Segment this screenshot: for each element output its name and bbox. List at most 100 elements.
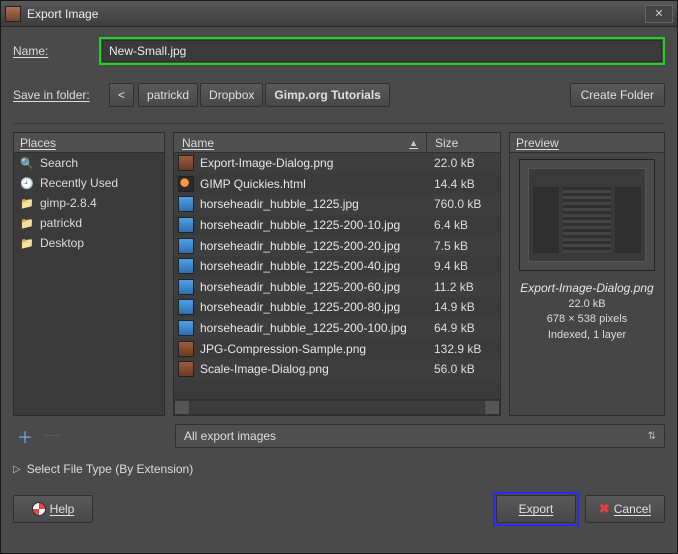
folder-icon [20, 216, 34, 230]
column-header-name[interactable]: Name ▲ [174, 133, 426, 152]
file-name: Export-Image-Dialog.png [200, 156, 430, 170]
file-list: Export-Image-Dialog.png22.0 kBGIMP Quick… [174, 153, 500, 399]
breadcrumb-segment[interactable]: Dropbox [200, 83, 263, 107]
places-item-label: patrickd [40, 216, 82, 230]
places-header: Places [14, 133, 164, 153]
file-html-icon [178, 176, 194, 192]
places-item[interactable]: gimp-2.8.4 [14, 193, 164, 213]
preview-mode: Indexed, 1 layer [547, 328, 627, 343]
file-row[interactable]: horseheadir_hubble_1225-200-80.jpg14.9 k… [174, 297, 500, 318]
file-name: horseheadir_hubble_1225-200-100.jpg [200, 321, 430, 335]
file-size: 22.0 kB [430, 156, 496, 170]
column-header-name-label: Name [182, 136, 214, 150]
file-size: 760.0 kB [430, 197, 496, 211]
places-list: Search Recently Used gimp-2.8.4 patrickd Des… [14, 153, 164, 415]
scroll-track[interactable] [190, 400, 484, 415]
places-item[interactable]: patrickd [14, 213, 164, 233]
file-row[interactable]: Scale-Image-Dialog.png56.0 kB [174, 359, 500, 380]
export-button[interactable]: Export [496, 495, 576, 523]
breadcrumb-segment[interactable]: patrickd [138, 83, 198, 107]
file-size: 56.0 kB [430, 362, 496, 376]
preview-header: Preview [510, 133, 664, 153]
preview-dimensions: 678 × 538 pixels [547, 312, 627, 327]
places-item-label: gimp-2.8.4 [40, 196, 97, 210]
file-row[interactable]: JPG-Compression-Sample.png132.9 kB [174, 338, 500, 359]
file-png-icon [178, 361, 194, 377]
close-button[interactable]: ✕ [645, 5, 673, 23]
breadcrumb-back-button[interactable]: < [109, 83, 134, 107]
places-item-label: Desktop [40, 236, 84, 250]
titlebar: Export Image ✕ [1, 1, 677, 27]
cancel-x-icon: ✖ [599, 501, 610, 517]
create-folder-button[interactable]: Create Folder [570, 83, 665, 107]
chevron-updown-icon: ⇅ [648, 431, 656, 442]
file-name: horseheadir_hubble_1225-200-20.jpg [200, 239, 430, 253]
sort-asc-icon: ▲ [409, 138, 418, 148]
folder-icon [20, 236, 34, 250]
add-bookmark-icon[interactable]: ＋ [17, 424, 33, 448]
preview-filesize: 22.0 kB [547, 297, 627, 312]
save-in-folder-label: Save in folder: [13, 88, 105, 102]
places-item[interactable]: Search [14, 153, 164, 173]
column-header-size[interactable]: Size [426, 133, 500, 152]
file-jpg-icon [178, 299, 194, 315]
file-png-icon [178, 341, 194, 357]
breadcrumb-segment[interactable]: Gimp.org Tutorials [265, 83, 389, 107]
file-filter-label: All export images [184, 429, 276, 443]
preview-thumbnail [519, 159, 655, 271]
file-jpg-icon [178, 196, 194, 212]
file-size: 7.5 kB [430, 239, 496, 253]
window-title: Export Image [27, 7, 645, 21]
file-row[interactable]: horseheadir_hubble_1225.jpg760.0 kB [174, 194, 500, 215]
file-row[interactable]: GIMP Quickies.html14.4 kB [174, 174, 500, 195]
help-icon [32, 502, 46, 516]
file-filter-dropdown[interactable]: All export images ⇅ [175, 424, 665, 448]
horizontal-scrollbar[interactable] [174, 399, 500, 415]
file-row[interactable]: horseheadir_hubble_1225-200-100.jpg64.9 … [174, 318, 500, 339]
scroll-left-button[interactable] [174, 400, 190, 415]
cancel-button[interactable]: ✖ Cancel [585, 495, 665, 523]
places-item[interactable]: Recently Used [14, 173, 164, 193]
file-name: Scale-Image-Dialog.png [200, 362, 430, 376]
file-type-expander[interactable]: ▷ Select File Type (By Extension) [13, 462, 665, 476]
file-name: GIMP Quickies.html [200, 177, 430, 191]
file-row[interactable]: Export-Image-Dialog.png22.0 kB [174, 153, 500, 174]
file-name: JPG-Compression-Sample.png [200, 342, 430, 356]
search-icon [20, 156, 34, 170]
column-header-size-label: Size [435, 136, 458, 150]
recent-icon [20, 176, 34, 190]
filename-input[interactable] [102, 40, 662, 62]
dialog-content: Name: Save in folder: < patrickdDropboxG… [1, 27, 677, 553]
file-row[interactable]: horseheadir_hubble_1225-200-40.jpg9.4 kB [174, 256, 500, 277]
preview-filename: Export-Image-Dialog.png [520, 281, 653, 295]
places-item-label: Search [40, 156, 78, 170]
file-size: 14.4 kB [430, 177, 496, 191]
cancel-label: Cancel [614, 502, 651, 516]
help-label: Help [50, 502, 75, 516]
name-label: Name: [13, 44, 99, 58]
file-size: 9.4 kB [430, 259, 496, 273]
breadcrumb: patrickdDropboxGimp.org Tutorials [138, 83, 390, 107]
file-type-label: Select File Type (By Extension) [27, 462, 194, 476]
file-row[interactable]: horseheadir_hubble_1225-200-60.jpg11.2 k… [174, 277, 500, 298]
export-label: Export [519, 502, 554, 516]
file-row[interactable]: horseheadir_hubble_1225-200-20.jpg7.5 kB [174, 235, 500, 256]
file-size: 11.2 kB [430, 280, 496, 294]
export-image-dialog: Export Image ✕ Name: Save in folder: < p… [0, 0, 678, 554]
help-button[interactable]: Help [13, 495, 93, 523]
file-row[interactable]: horseheadir_hubble_1225-200-10.jpg6.4 kB [174, 215, 500, 236]
file-jpg-icon [178, 238, 194, 254]
preview-panel: Preview Export-Image-Dialog.png 22.0 kB … [509, 132, 665, 416]
file-size: 14.9 kB [430, 300, 496, 314]
file-name: horseheadir_hubble_1225-200-10.jpg [200, 218, 430, 232]
file-size: 6.4 kB [430, 218, 496, 232]
file-jpg-icon [178, 320, 194, 336]
remove-bookmark-icon: — [43, 424, 61, 448]
file-jpg-icon [178, 279, 194, 295]
file-size: 132.9 kB [430, 342, 496, 356]
file-name: horseheadir_hubble_1225-200-40.jpg [200, 259, 430, 273]
file-name: horseheadir_hubble_1225-200-60.jpg [200, 280, 430, 294]
scroll-right-button[interactable] [484, 400, 500, 415]
places-item-label: Recently Used [40, 176, 118, 190]
places-item[interactable]: Desktop [14, 233, 164, 253]
